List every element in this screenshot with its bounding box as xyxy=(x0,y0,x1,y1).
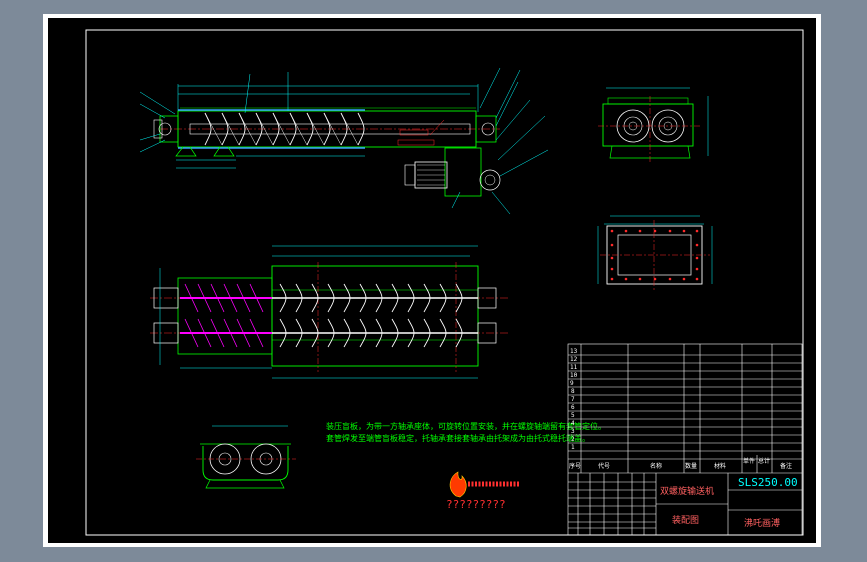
header-unit: 单件 xyxy=(743,457,755,465)
cad-drawing: 装压盲板，为带一方轴承座体，可旋转位置安装，并在螺旋轴端留有套管定位。 套管焊发… xyxy=(85,29,804,536)
row-number: 1 xyxy=(571,444,575,451)
row-number: 11 xyxy=(570,364,578,371)
technical-note-2: 套管焊发至端管盲板稳定，托轴承套接套轴承由托架成为由托式稳托端盖。 xyxy=(326,433,590,443)
section-view xyxy=(196,425,296,489)
row-number: 9 xyxy=(570,380,574,387)
row-number: 12 xyxy=(570,356,578,363)
row-number: 5 xyxy=(571,412,575,419)
row-number: 6 xyxy=(571,404,575,411)
technical-note-1: 装压盲板，为带一方轴承座体，可旋转位置安装，并在螺旋轴端留有套管定位。 xyxy=(326,421,606,431)
header-qty: 数量 xyxy=(685,462,697,470)
row-number: 13 xyxy=(570,348,578,355)
header-remarks: 备注 xyxy=(780,462,792,470)
flame-logo xyxy=(449,471,520,498)
header-total: 总计 xyxy=(758,457,770,465)
row-number: 8 xyxy=(571,388,575,395)
plan-view xyxy=(150,245,510,379)
end-view xyxy=(598,87,709,162)
company-name: 沸吒画溥 xyxy=(744,517,780,529)
drawing-sheet: 装压盲板，为带一方轴承座体，可旋转位置安装，并在螺旋轴端留有套管定位。 套管焊发… xyxy=(48,18,816,543)
title-block xyxy=(567,343,803,536)
row-number: 10 xyxy=(570,372,578,379)
flange-view xyxy=(597,215,713,290)
row-number: 2 xyxy=(571,436,575,443)
view-name: 装配图 xyxy=(672,514,699,526)
product-name: 双螺旋输送机 xyxy=(660,485,714,497)
front-view xyxy=(139,67,549,215)
header-name: 名称 xyxy=(650,462,662,470)
row-number: 3 xyxy=(571,428,575,435)
header-material: 材料 xyxy=(714,462,726,470)
row-number: 4 xyxy=(571,420,575,427)
row-number: 7 xyxy=(571,396,575,403)
logo-caption: ????????? xyxy=(446,498,506,511)
header-code: 代号 xyxy=(598,462,610,470)
drawing-number: SLS250.00 xyxy=(738,476,798,489)
header-index: 序号 xyxy=(569,462,581,470)
